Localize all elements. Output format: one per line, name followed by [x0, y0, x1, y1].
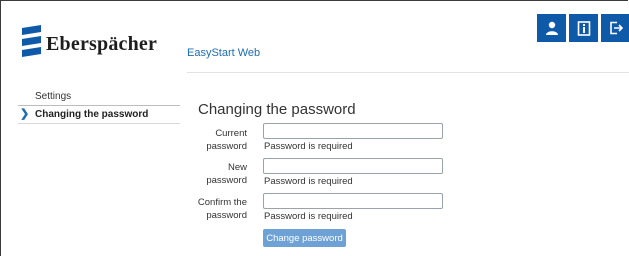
logout-icon [609, 21, 623, 35]
info-book-icon [577, 20, 590, 36]
sidebar-item-settings[interactable]: Settings [18, 88, 180, 105]
profile-button[interactable] [537, 14, 566, 42]
current-password-error: Password is required [264, 141, 353, 152]
header: Eberspächer EasyStart Web [1, 1, 629, 73]
page-title: Changing the password [198, 101, 356, 119]
chevron-right-icon: ❯ [20, 108, 30, 120]
logout-button[interactable] [601, 14, 629, 42]
info-button[interactable] [569, 14, 598, 42]
confirm-password-label: Confirm the password [197, 197, 247, 221]
current-password-input[interactable] [263, 123, 443, 139]
confirm-password-input[interactable] [263, 193, 443, 209]
change-password-button[interactable]: Change password [263, 229, 346, 247]
sidebar-item-changing-password[interactable]: ❯ Changing the password [18, 106, 180, 123]
current-password-label: Current password [206, 128, 247, 152]
sidebar-item-label: Changing the password [35, 109, 149, 120]
new-password-error: Password is required [264, 176, 353, 187]
sidebar: Settings ❯ Changing the password [18, 88, 180, 124]
app-name[interactable]: EasyStart Web [187, 47, 260, 59]
new-password-input[interactable] [263, 158, 443, 174]
header-divider [187, 72, 629, 73]
new-password-label: New password [206, 162, 247, 186]
brand-logo[interactable]: Eberspächer [21, 25, 181, 65]
sidebar-item-label: Settings [35, 91, 72, 102]
user-icon [545, 21, 558, 35]
sidebar-divider [18, 123, 180, 124]
confirm-password-error: Password is required [264, 211, 353, 222]
eberspaecher-logo-icon [22, 25, 41, 57]
logo-wordmark: Eberspächer [46, 33, 158, 55]
